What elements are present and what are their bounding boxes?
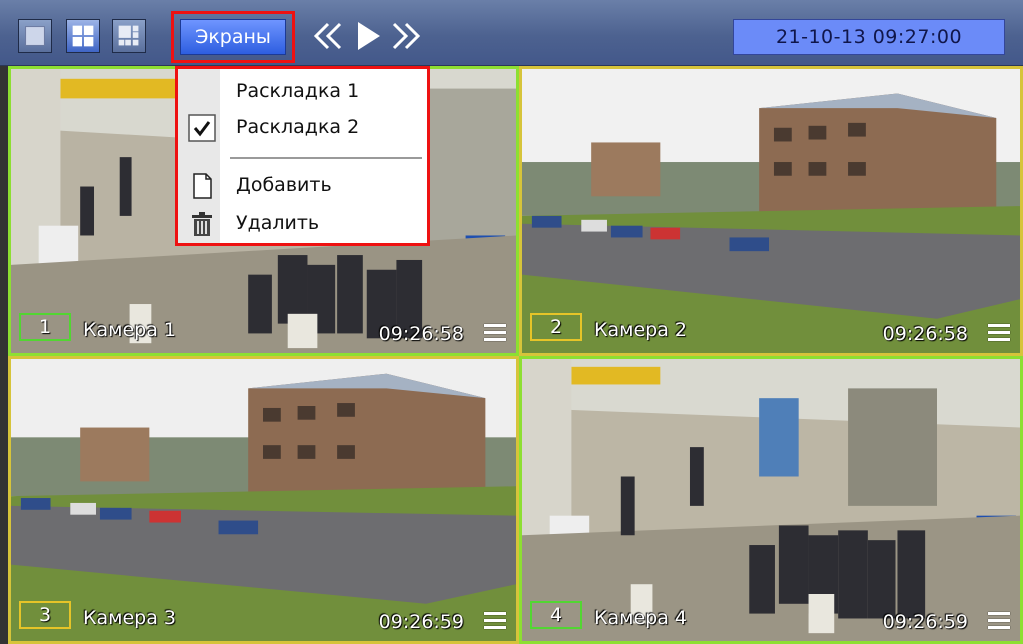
camera-2-video xyxy=(522,69,1020,353)
camera-menu-icon[interactable] xyxy=(988,612,1010,630)
camera-name: Камера 3 xyxy=(83,607,176,629)
camera-time: 09:26:58 xyxy=(882,323,968,345)
multi-layout-icon xyxy=(118,25,139,46)
camera-time: 09:26:59 xyxy=(378,611,464,633)
document-icon xyxy=(188,172,216,200)
camera-time: 09:26:59 xyxy=(882,611,968,633)
single-layout-icon xyxy=(25,26,45,46)
camera-number: 1 xyxy=(19,313,71,341)
rewind-button[interactable] xyxy=(308,18,348,54)
menu-item-layout-2[interactable]: Раскладка 2 xyxy=(178,111,427,145)
menu-item-label: Добавить xyxy=(236,174,332,196)
camera-menu-icon[interactable] xyxy=(484,324,506,342)
fast-forward-button[interactable] xyxy=(386,18,426,54)
camera-number: 2 xyxy=(530,313,582,341)
camera-grid: 1 Камера 1 09:26:58 2 Камера 2 09:26:58 xyxy=(0,66,1023,644)
menu-item-delete[interactable]: Удалить xyxy=(178,207,427,241)
screens-button[interactable]: Экраны xyxy=(180,19,286,55)
camera-4-video xyxy=(522,359,1020,641)
camera-cell-4[interactable]: 4 Камера 4 09:26:59 xyxy=(519,356,1023,644)
toolbar: Экраны 21-10-13 09:27:00 xyxy=(0,0,1023,66)
menu-separator xyxy=(230,157,422,159)
rewind-icon xyxy=(313,22,342,50)
camera-3-video xyxy=(11,359,516,641)
camera-number: 3 xyxy=(19,601,71,629)
fast-forward-icon xyxy=(392,22,421,50)
menu-item-label: Удалить xyxy=(236,212,320,234)
camera-name: Камера 4 xyxy=(594,607,687,629)
camera-cell-3[interactable]: 3 Камера 3 09:26:59 xyxy=(8,356,519,644)
camera-cell-2[interactable]: 2 Камера 2 09:26:58 xyxy=(519,66,1023,356)
quad-layout-icon xyxy=(72,25,94,47)
camera-menu-icon[interactable] xyxy=(484,612,506,630)
camera-time: 09:26:58 xyxy=(378,323,464,345)
check-icon xyxy=(188,114,216,142)
play-button[interactable] xyxy=(354,18,384,54)
trash-icon xyxy=(188,210,216,238)
camera-name: Камера 1 xyxy=(83,319,176,341)
layout-quad-button[interactable] xyxy=(66,19,100,53)
menu-item-label: Раскладка 1 xyxy=(236,80,360,102)
menu-item-label: Раскладка 2 xyxy=(236,116,360,138)
menu-item-add[interactable]: Добавить xyxy=(178,169,427,203)
play-icon xyxy=(358,22,380,50)
screens-dropdown-menu: Раскладка 1 Раскладка 2 Добавить Удалить xyxy=(175,66,430,246)
camera-name: Камера 2 xyxy=(594,319,687,341)
menu-item-layout-1[interactable]: Раскладка 1 xyxy=(178,75,427,109)
layout-single-button[interactable] xyxy=(18,19,52,53)
camera-menu-icon[interactable] xyxy=(988,324,1010,342)
layout-multi-button[interactable] xyxy=(112,19,146,53)
datetime-display: 21-10-13 09:27:00 xyxy=(733,19,1005,55)
camera-number: 4 xyxy=(530,601,582,629)
